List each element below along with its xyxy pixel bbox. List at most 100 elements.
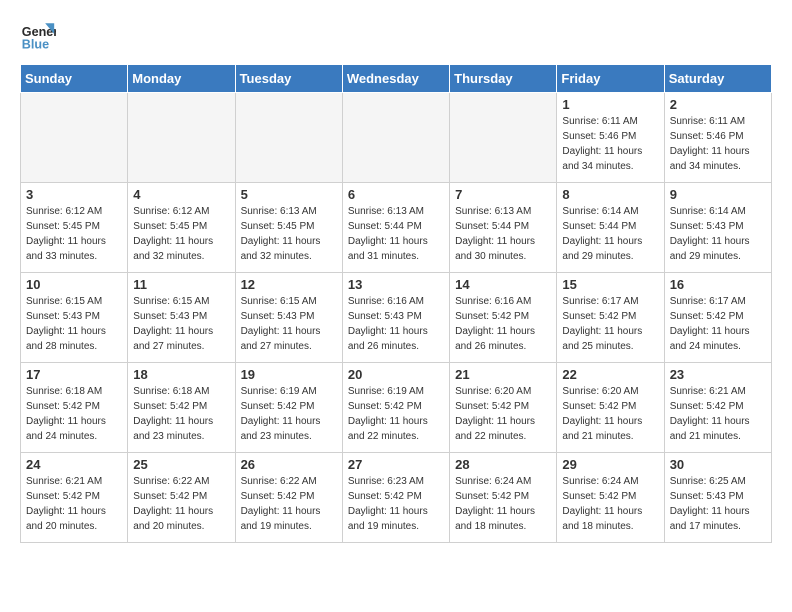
day-number: 19 [241, 367, 337, 382]
day-info: Sunrise: 6:16 AMSunset: 5:42 PMDaylight:… [455, 294, 551, 354]
calendar-cell: 28Sunrise: 6:24 AMSunset: 5:42 PMDayligh… [450, 453, 557, 543]
day-number: 27 [348, 457, 444, 472]
calendar-cell: 3Sunrise: 6:12 AMSunset: 5:45 PMDaylight… [21, 183, 128, 273]
weekday-header: Saturday [664, 65, 771, 93]
day-number: 14 [455, 277, 551, 292]
day-info: Sunrise: 6:15 AMSunset: 5:43 PMDaylight:… [241, 294, 337, 354]
day-number: 18 [133, 367, 229, 382]
calendar-cell: 29Sunrise: 6:24 AMSunset: 5:42 PMDayligh… [557, 453, 664, 543]
day-number: 28 [455, 457, 551, 472]
calendar-week-row: 24 Sunrise: 6:21 AMSunset: 5:42 PMDayligh… [21, 453, 772, 543]
calendar-week-row: 17 Sunrise: 6:18 AMSunset: 5:42 PMDayligh… [21, 363, 772, 453]
calendar-week-row: 1 Sunrise: 6:11 AMSunset: 5:46 PMDaylight… [21, 93, 772, 183]
calendar-cell: 2 Sunrise: 6:11 AMSunset: 5:46 PMDaylight… [664, 93, 771, 183]
calendar-cell: 12 Sunrise: 6:15 AMSunset: 5:43 PMDayligh… [235, 273, 342, 363]
day-number: 30 [670, 457, 766, 472]
page: General Blue SundayMondayTuesdayWednesda… [0, 0, 792, 559]
calendar-body: 1 Sunrise: 6:11 AMSunset: 5:46 PMDaylight… [21, 93, 772, 543]
day-info: Sunrise: 6:13 AMSunset: 5:44 PMDaylight:… [348, 204, 444, 264]
day-number: 4 [133, 187, 229, 202]
day-number: 8 [562, 187, 658, 202]
calendar-cell: 10 Sunrise: 6:15 AMSunset: 5:43 PMDayligh… [21, 273, 128, 363]
day-number: 21 [455, 367, 551, 382]
day-info: Sunrise: 6:21 AMSunset: 5:42 PMDaylight:… [26, 474, 122, 534]
day-info: Sunrise: 6:20 AMSunset: 5:42 PMDaylight:… [455, 384, 551, 444]
calendar-cell: 1 Sunrise: 6:11 AMSunset: 5:46 PMDaylight… [557, 93, 664, 183]
calendar-cell [235, 93, 342, 183]
calendar-cell: 18 Sunrise: 6:18 AMSunset: 5:42 PMDayligh… [128, 363, 235, 453]
calendar-cell: 16 Sunrise: 6:17 AMSunset: 5:42 PMDayligh… [664, 273, 771, 363]
day-number: 10 [26, 277, 122, 292]
day-number: 2 [670, 97, 766, 112]
calendar-cell: 30 Sunrise: 6:25 AMSunset: 5:43 PMDayligh… [664, 453, 771, 543]
weekday-header: Tuesday [235, 65, 342, 93]
calendar-cell: 20 Sunrise: 6:19 AMSunset: 5:42 PMDayligh… [342, 363, 449, 453]
day-info: Sunrise: 6:24 AMSunset: 5:42 PMDaylight:… [562, 474, 658, 534]
day-info: Sunrise: 6:15 AMSunset: 5:43 PMDaylight:… [133, 294, 229, 354]
calendar-week-row: 10 Sunrise: 6:15 AMSunset: 5:43 PMDayligh… [21, 273, 772, 363]
day-info: Sunrise: 6:21 AMSunset: 5:42 PMDaylight:… [670, 384, 766, 444]
calendar-cell [450, 93, 557, 183]
weekday-header: Sunday [21, 65, 128, 93]
day-number: 13 [348, 277, 444, 292]
day-info: Sunrise: 6:12 AMSunset: 5:45 PMDaylight:… [26, 204, 122, 264]
day-number: 25 [133, 457, 229, 472]
logo: General Blue [20, 16, 60, 52]
calendar-week-row: 3Sunrise: 6:12 AMSunset: 5:45 PMDaylight… [21, 183, 772, 273]
weekday-header: Friday [557, 65, 664, 93]
calendar-cell: 5 Sunrise: 6:13 AMSunset: 5:45 PMDaylight… [235, 183, 342, 273]
calendar-cell: 4 Sunrise: 6:12 AMSunset: 5:45 PMDaylight… [128, 183, 235, 273]
calendar-cell: 23Sunrise: 6:21 AMSunset: 5:42 PMDayligh… [664, 363, 771, 453]
day-info: Sunrise: 6:18 AMSunset: 5:42 PMDaylight:… [26, 384, 122, 444]
calendar-cell: 24 Sunrise: 6:21 AMSunset: 5:42 PMDayligh… [21, 453, 128, 543]
calendar-cell: 7 Sunrise: 6:13 AMSunset: 5:44 PMDaylight… [450, 183, 557, 273]
day-info: Sunrise: 6:18 AMSunset: 5:42 PMDaylight:… [133, 384, 229, 444]
calendar-cell [128, 93, 235, 183]
header: General Blue [20, 16, 772, 52]
day-info: Sunrise: 6:22 AMSunset: 5:42 PMDaylight:… [241, 474, 337, 534]
weekday-header: Wednesday [342, 65, 449, 93]
calendar-cell: 15 Sunrise: 6:17 AMSunset: 5:42 PMDayligh… [557, 273, 664, 363]
logo-icon: General Blue [20, 16, 56, 52]
day-info: Sunrise: 6:13 AMSunset: 5:45 PMDaylight:… [241, 204, 337, 264]
day-number: 20 [348, 367, 444, 382]
calendar-cell: 25Sunrise: 6:22 AMSunset: 5:42 PMDayligh… [128, 453, 235, 543]
day-info: Sunrise: 6:11 AMSunset: 5:46 PMDaylight:… [562, 114, 658, 174]
day-info: Sunrise: 6:19 AMSunset: 5:42 PMDaylight:… [241, 384, 337, 444]
day-info: Sunrise: 6:20 AMSunset: 5:42 PMDaylight:… [562, 384, 658, 444]
day-number: 1 [562, 97, 658, 112]
day-number: 15 [562, 277, 658, 292]
day-info: Sunrise: 6:12 AMSunset: 5:45 PMDaylight:… [133, 204, 229, 264]
calendar-cell [21, 93, 128, 183]
calendar-cell: 11 Sunrise: 6:15 AMSunset: 5:43 PMDayligh… [128, 273, 235, 363]
day-number: 7 [455, 187, 551, 202]
day-number: 22 [562, 367, 658, 382]
day-info: Sunrise: 6:19 AMSunset: 5:42 PMDaylight:… [348, 384, 444, 444]
day-info: Sunrise: 6:17 AMSunset: 5:42 PMDaylight:… [562, 294, 658, 354]
svg-text:Blue: Blue [22, 37, 49, 51]
day-number: 9 [670, 187, 766, 202]
day-number: 17 [26, 367, 122, 382]
day-info: Sunrise: 6:15 AMSunset: 5:43 PMDaylight:… [26, 294, 122, 354]
day-info: Sunrise: 6:14 AMSunset: 5:44 PMDaylight:… [562, 204, 658, 264]
calendar-cell: 19 Sunrise: 6:19 AMSunset: 5:42 PMDayligh… [235, 363, 342, 453]
calendar-cell: 8 Sunrise: 6:14 AMSunset: 5:44 PMDaylight… [557, 183, 664, 273]
day-number: 24 [26, 457, 122, 472]
day-number: 16 [670, 277, 766, 292]
day-number: 6 [348, 187, 444, 202]
day-number: 26 [241, 457, 337, 472]
day-info: Sunrise: 6:25 AMSunset: 5:43 PMDaylight:… [670, 474, 766, 534]
day-info: Sunrise: 6:17 AMSunset: 5:42 PMDaylight:… [670, 294, 766, 354]
calendar-cell: 22 Sunrise: 6:20 AMSunset: 5:42 PMDayligh… [557, 363, 664, 453]
day-info: Sunrise: 6:14 AMSunset: 5:43 PMDaylight:… [670, 204, 766, 264]
day-number: 5 [241, 187, 337, 202]
day-info: Sunrise: 6:13 AMSunset: 5:44 PMDaylight:… [455, 204, 551, 264]
calendar-cell: 13Sunrise: 6:16 AMSunset: 5:43 PMDayligh… [342, 273, 449, 363]
day-number: 11 [133, 277, 229, 292]
day-number: 12 [241, 277, 337, 292]
day-info: Sunrise: 6:23 AMSunset: 5:42 PMDaylight:… [348, 474, 444, 534]
calendar-table: SundayMondayTuesdayWednesdayThursdayFrid… [20, 64, 772, 543]
calendar-cell: 9 Sunrise: 6:14 AMSunset: 5:43 PMDaylight… [664, 183, 771, 273]
day-info: Sunrise: 6:11 AMSunset: 5:46 PMDaylight:… [670, 114, 766, 174]
calendar-cell: 27 Sunrise: 6:23 AMSunset: 5:42 PMDayligh… [342, 453, 449, 543]
